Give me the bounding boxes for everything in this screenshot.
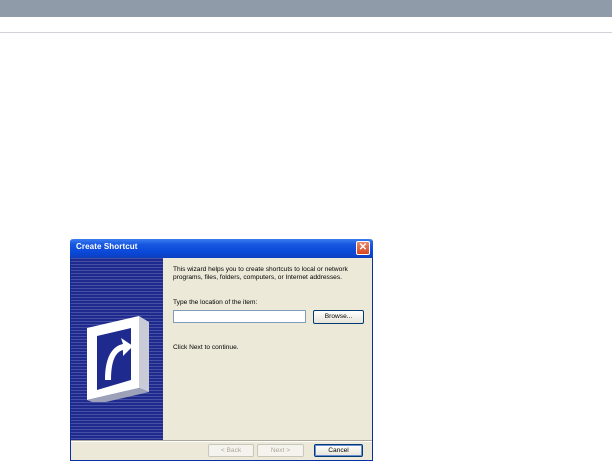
close-button[interactable]: ✕ (356, 241, 370, 255)
dialog-title: Create Shortcut (76, 242, 138, 251)
dialog-titlebar[interactable]: Create Shortcut ✕ (70, 239, 373, 258)
back-button[interactable]: < Back (208, 444, 254, 457)
wizard-content: This wizard helps you to create shortcut… (163, 258, 372, 440)
close-icon: ✕ (358, 242, 368, 253)
continue-hint: Click Next to continue. (173, 344, 239, 351)
browse-button[interactable]: Browse... (313, 310, 364, 324)
page-header-band (0, 0, 612, 17)
location-input[interactable] (173, 310, 306, 323)
wizard-intro-text: This wizard helps you to create shortcut… (173, 266, 348, 281)
create-shortcut-dialog: Create Shortcut ✕ This wizard helps you … (70, 239, 373, 461)
cancel-button[interactable]: Cancel (314, 444, 363, 457)
location-label: Type the location of the item: (173, 299, 258, 306)
next-button[interactable]: Next > (257, 444, 304, 457)
shortcut-arrow-icon (87, 316, 149, 402)
footer-separator (71, 440, 372, 442)
wizard-banner (71, 258, 163, 440)
page-header-rule (0, 32, 612, 33)
